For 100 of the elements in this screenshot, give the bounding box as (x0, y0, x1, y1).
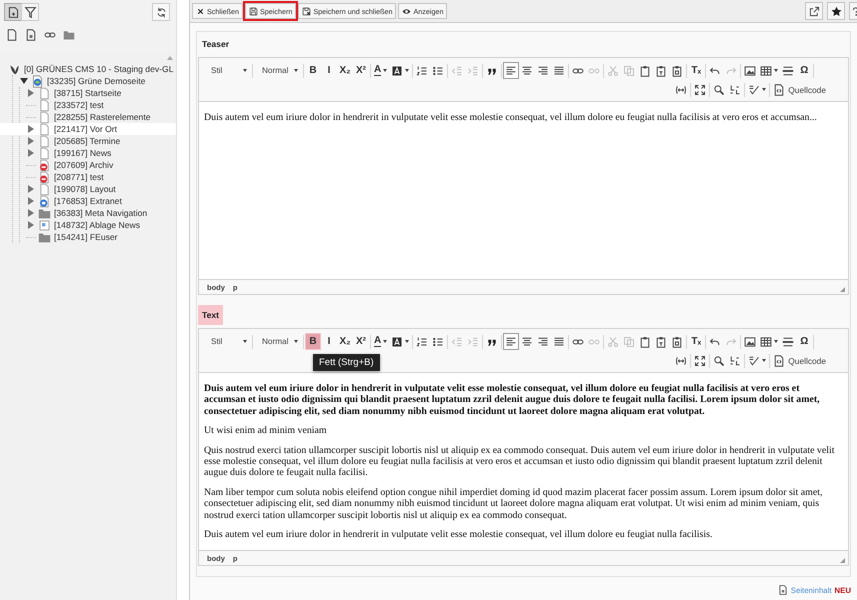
filled-letter-square-icon (391, 336, 404, 348)
tree-item[interactable]: [154241] FEuser (54, 232, 118, 242)
tree-item[interactable]: [228255] Rasterelemente (54, 112, 151, 122)
clipboard-icon (639, 336, 652, 348)
field-label: Teaser (201, 38, 230, 51)
paragraph: Duis autem vel eum iriure dolor in hendrerit in vulputate velit esse molestie consequat, vel illum dolore eu feugiat nulla facilisis. (204, 528, 714, 540)
image-icon (744, 336, 756, 348)
italic-button[interactable]: I (321, 62, 337, 79)
tree-item[interactable]: [38715] Startseite (54, 88, 122, 98)
folder-icon (38, 230, 51, 244)
checkmark-lines-icon (748, 354, 760, 366)
news-page-icon (38, 218, 51, 232)
expand-arrow-icon[interactable] (28, 185, 34, 193)
expand-arrow-icon[interactable] (28, 149, 34, 157)
subscript-button[interactable]: X₂ (337, 62, 353, 79)
align-justify-icon (553, 64, 566, 76)
new-page-button[interactable] (6, 29, 18, 41)
align-right-icon (537, 336, 550, 348)
expand-arrows-icon (694, 84, 706, 96)
tree-item[interactable]: [208771] test (54, 172, 104, 182)
bold-button[interactable]: B (305, 62, 321, 79)
subscript-button[interactable]: X₂ (337, 333, 353, 350)
source-button[interactable]: Quellcode (771, 352, 828, 369)
help-button[interactable] (849, 2, 857, 20)
leaf-logo-icon (8, 62, 21, 76)
clipboard-document-icon (671, 336, 684, 348)
page-content-button[interactable] (25, 29, 37, 41)
copy-icon (623, 64, 636, 76)
horizontal-lines-icon (782, 336, 794, 348)
remove-format-button[interactable]: Tₓ (688, 62, 704, 79)
special-character-button[interactable]: Ω (796, 333, 812, 350)
tree-item[interactable]: [205685] Termine (54, 136, 120, 146)
refresh-button[interactable] (152, 3, 170, 21)
outdent-icon (451, 64, 464, 76)
paragraph: Duis autem vel eum iriure dolor in hendrerit in vulputate velit esse molestie consequat, vel illum dolore eu feugiat nulla facilisis at vero eros et accumsan... (204, 112, 818, 124)
numbered-list-icon (416, 64, 428, 76)
filter-button[interactable] (21, 3, 39, 21)
tree-item[interactable]: [176853] Extranet (54, 196, 122, 206)
align-left-icon (505, 336, 518, 348)
bullet-list-icon (432, 336, 444, 348)
swap-letters-icon (729, 84, 742, 96)
text-color-button[interactable]: A (372, 333, 390, 350)
special-character-button[interactable]: Ω (796, 62, 812, 79)
tree-item[interactable]: [233572] test (54, 100, 104, 110)
external-link-button[interactable] (805, 2, 823, 20)
page-tree-button[interactable] (4, 3, 22, 21)
tree-item[interactable]: [0] GRÜNES CMS 10 - Staging dev-GL (24, 64, 174, 74)
superscript-button[interactable]: X² (353, 62, 369, 79)
italic-button[interactable]: I (321, 333, 337, 350)
checkmark-lines-icon (748, 84, 760, 96)
paragraph: Nam liber tempor cum soluta nobis eleifend option congue nihil imperdiet doming id quod mazim placerat facer possim assum. Lorem ipsum dolor sit amet, consectetuer adipiscing elit, sed diam nonummy nibh euismod tincidunt ut laoreet dolore magna aliquam erat volutpat. Ut wisi enim ad minim veniam, quis nostrud exerci tation ullamcorper suscipit lobortis nisl ut aliquip ex ea commodo consequat. (204, 486, 824, 521)
page-icon (38, 146, 51, 160)
tree-item[interactable]: [33235] Grüne Demoseite (47, 76, 146, 86)
indent-icon (467, 64, 480, 76)
copy-icon (623, 336, 636, 348)
source-button[interactable]: Quellcode (771, 81, 828, 98)
table-icon (760, 64, 772, 76)
bracketed-arrow-icon (675, 84, 688, 96)
tree-item[interactable]: [207609] Archiv (54, 160, 114, 170)
filled-letter-square-icon (391, 64, 404, 76)
field-label: Text (198, 305, 224, 325)
star-button[interactable] (827, 2, 845, 20)
format-dropdown[interactable]: Normal (254, 62, 302, 78)
align-left-button[interactable] (503, 333, 520, 350)
expand-arrow-icon[interactable] (28, 197, 34, 205)
tree-item[interactable]: [199167] News (54, 148, 112, 158)
search-icon (713, 354, 726, 366)
format-dropdown[interactable]: Stil (203, 334, 251, 350)
remove-format-button[interactable]: Tₓ (688, 333, 704, 350)
paragraph: Ut wisi enim ad minim veniam (204, 425, 328, 437)
folder-icon (63, 29, 75, 41)
format-dropdown[interactable]: Stil (203, 62, 251, 78)
eye-icon (402, 6, 412, 16)
text-color-button[interactable]: A (372, 62, 390, 79)
align-center-icon (521, 64, 534, 76)
align-left-icon (505, 64, 518, 76)
bullet-list-icon (432, 64, 444, 76)
page-icon (38, 86, 51, 100)
numbered-list-icon (416, 336, 428, 348)
page-plus-icon (6, 6, 20, 18)
source-document-icon (773, 84, 786, 96)
floppy-disk-x-icon (302, 6, 312, 16)
scissors-icon (607, 336, 620, 348)
expand-arrow-icon[interactable] (28, 89, 34, 97)
tree-item[interactable]: [199078] Layout (54, 184, 116, 194)
folder-button[interactable] (63, 29, 75, 41)
superscript-button[interactable]: X² (353, 333, 369, 350)
format-dropdown[interactable]: Normal (254, 334, 302, 350)
search-icon (713, 84, 726, 96)
expand-arrows-icon (694, 354, 706, 366)
align-left-button[interactable] (503, 62, 520, 79)
expand-arrow-icon[interactable] (28, 137, 34, 145)
close-icon (196, 6, 205, 16)
tree-item[interactable]: [36383] Meta Navigation (54, 208, 148, 218)
bold-button[interactable]: B (305, 333, 321, 350)
editor-content[interactable]: Duis autem vel eum iriure dolor in hendrerit in vulputate velit esse molestie consequat, vel illum dolore eu feugiat nulla facilisis at vero eros et accumsan... (199, 102, 848, 279)
table-icon (760, 336, 772, 348)
expand-arrow-icon[interactable] (28, 125, 34, 133)
star-icon (830, 6, 842, 16)
tree-item[interactable]: [148732] Ablage News (54, 220, 140, 230)
